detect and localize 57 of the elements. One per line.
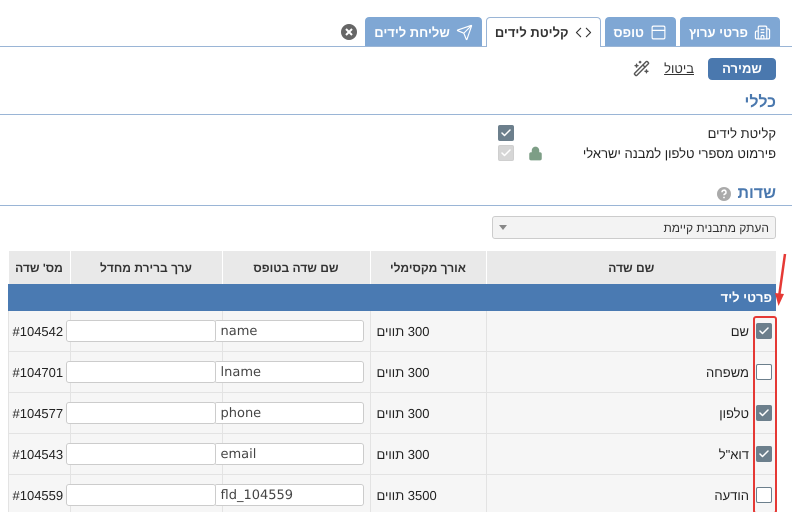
arrow-icon xyxy=(774,253,788,307)
checkbox[interactable] xyxy=(756,405,772,421)
default-value-input[interactable] xyxy=(66,484,216,506)
paper-plane-icon xyxy=(456,24,473,40)
group-header: פרטי ליד xyxy=(8,284,776,311)
template-dropdown[interactable]: העתק מתבנית קיימת xyxy=(492,216,776,239)
max-length: 3500 תווים xyxy=(376,488,437,502)
field-name: דוא"ל xyxy=(718,446,749,462)
building-icon xyxy=(754,24,771,40)
checkbox[interactable] xyxy=(756,487,772,503)
column-header: שם שדה xyxy=(486,251,776,284)
form-field-input[interactable]: email xyxy=(214,443,364,465)
column-header: ערך ברירת מחדל xyxy=(70,251,222,284)
section-title: שדות xyxy=(737,185,776,203)
default-value-input[interactable] xyxy=(66,361,216,383)
column-header: מס' שדה xyxy=(8,251,70,284)
option-label: פירמוט מספרי טלפון למבנה ישראלי xyxy=(582,146,776,160)
max-length: 300 תווים xyxy=(376,406,430,420)
field-number: #104559 xyxy=(12,488,64,502)
tab[interactable]: קליטת לידים xyxy=(486,17,601,47)
column-header: שם שדה בטופס xyxy=(222,251,370,284)
field-number: #104577 xyxy=(12,406,64,420)
form-field-input[interactable]: lname xyxy=(214,361,364,383)
field-number: #104542 xyxy=(12,324,64,338)
field-name: טלפון xyxy=(719,406,749,420)
check-icon xyxy=(758,448,770,460)
checkbox[interactable] xyxy=(756,446,772,462)
check-icon xyxy=(500,127,512,139)
field-name: הודעה xyxy=(714,488,749,502)
help-icon[interactable] xyxy=(717,187,732,201)
check-icon xyxy=(758,407,770,419)
magic-wand-icon[interactable] xyxy=(633,60,650,77)
max-length: 300 תווים xyxy=(376,324,430,338)
form-field-input[interactable]: phone xyxy=(214,402,364,424)
checkbox[interactable] xyxy=(756,364,772,380)
cancel-link[interactable]: ביטול xyxy=(664,61,694,76)
checkbox[interactable] xyxy=(756,323,772,339)
checkbox[interactable] xyxy=(498,125,514,141)
max-length: 300 תווים xyxy=(376,446,430,462)
default-value-input[interactable] xyxy=(66,443,216,465)
default-value-input[interactable] xyxy=(66,402,216,424)
check-icon xyxy=(758,325,770,337)
default-value-input[interactable] xyxy=(66,320,216,342)
form-field-input[interactable]: name xyxy=(214,320,364,342)
field-number: #104543 xyxy=(12,446,64,462)
form-field-input[interactable]: fld_104559 xyxy=(214,484,364,506)
close-icon[interactable] xyxy=(341,24,358,40)
save-button[interactable]: שמירה xyxy=(708,58,776,80)
field-number: #104701 xyxy=(12,364,64,380)
field-name: שם xyxy=(730,324,749,338)
max-length: 300 תווים xyxy=(376,364,430,380)
option-label: קליטת לידים xyxy=(706,126,776,140)
form-icon xyxy=(650,24,667,40)
column-header: אורך מקסימלי xyxy=(370,251,486,284)
section-title: כללי xyxy=(744,94,776,112)
field-name: משפחה xyxy=(706,364,749,380)
caret-icon xyxy=(499,225,507,230)
